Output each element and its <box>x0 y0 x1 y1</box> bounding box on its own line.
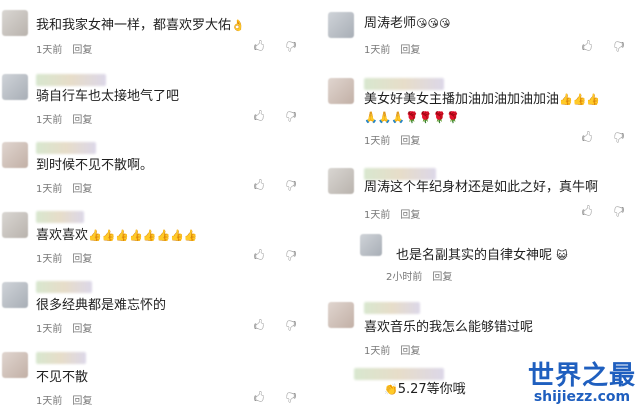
timestamp: 1天前 <box>36 45 63 56</box>
avatar[interactable] <box>2 352 28 378</box>
reply-button[interactable]: 回复 <box>72 254 92 265</box>
avatar[interactable] <box>328 78 354 104</box>
thumb-up-icon[interactable]: 🖒 <box>252 40 266 54</box>
watermark-url: shijiezz.com <box>533 389 631 405</box>
comment-body: 骑自行车也太接地气了吧 <box>36 89 180 104</box>
timestamp: 1天前 <box>36 324 63 335</box>
username-blurred <box>364 302 420 314</box>
watermark-title: 世界之最 <box>527 361 636 391</box>
comment-meta: 1天前 回复 <box>364 41 420 56</box>
thumb-up-icon[interactable]: 🖒 <box>252 319 266 333</box>
avatar[interactable] <box>328 12 354 38</box>
thumb-up-icon[interactable]: 🖒 <box>252 179 266 193</box>
emoji: 👌 <box>231 19 245 32</box>
comment-meta: 2小时前 回复 <box>386 268 452 283</box>
username-blurred <box>36 74 106 86</box>
thumb-up-icon[interactable]: 🖒 <box>580 131 594 145</box>
emoji: 👍👍👍👍👍👍👍👍 <box>88 229 198 242</box>
comment-text: 喜欢喜欢👍👍👍👍👍👍👍👍 <box>36 228 198 244</box>
comment-body: 很多经典都是难忘怀的 <box>36 298 167 313</box>
timestamp: 1天前 <box>364 45 391 56</box>
comment-body: 周涛这个年纪身材还是如此之好，真牛啊 <box>364 180 599 195</box>
thumb-up-icon[interactable]: 🖒 <box>252 249 266 263</box>
thumb-down-icon[interactable]: 🖓 <box>284 110 298 124</box>
comment-body: 我和我家女神一样，都喜欢罗大佑 <box>36 18 232 33</box>
thumb-down-icon[interactable]: 🖓 <box>612 205 626 219</box>
reply-button[interactable]: 回复 <box>400 346 420 357</box>
reply-button[interactable]: 回复 <box>400 45 420 56</box>
timestamp: 1天前 <box>364 136 391 147</box>
comment-body: 喜欢音乐的我怎么能够错过呢 <box>364 320 534 335</box>
comment-text: 我和我家女神一样，都喜欢罗大佑👌 <box>36 18 245 34</box>
comment-body: 周涛老师 <box>364 16 417 31</box>
reply-button[interactable]: 回复 <box>432 272 452 283</box>
thumb-up-icon[interactable]: 🖒 <box>580 205 594 219</box>
comment-body: 5.27等你哦 <box>397 382 466 397</box>
username-blurred <box>36 211 84 223</box>
username-blurred <box>36 352 86 364</box>
username-blurred <box>364 78 444 90</box>
avatar[interactable] <box>2 142 28 168</box>
comment-meta: 1天前 回复 <box>36 320 92 335</box>
timestamp: 1天前 <box>364 346 391 357</box>
comment-meta: 1天前 回复 <box>364 132 420 147</box>
reply-button[interactable]: 回复 <box>72 45 92 56</box>
thumb-up-icon[interactable]: 🖒 <box>252 391 266 405</box>
comment-meta: 1天前 回复 <box>364 206 420 221</box>
avatar[interactable] <box>2 10 28 36</box>
timestamp: 1天前 <box>36 396 63 407</box>
comment-meta: 1天前 回复 <box>364 342 420 357</box>
avatar[interactable] <box>2 74 28 100</box>
emoji: 😘😘😘 <box>416 17 451 30</box>
watermark-logo: 世界之最 shijiezz.com <box>528 362 636 404</box>
timestamp: 2小时前 <box>386 272 423 283</box>
comment-text: 也是名副其实的自律女神呢 😺 <box>396 248 568 264</box>
thumb-down-icon[interactable]: 🖓 <box>284 40 298 54</box>
username-blurred <box>36 142 96 154</box>
emoji-line: 🙏🙏🙏🌹🌹🌹🌹 <box>364 111 460 124</box>
reply-button[interactable]: 回复 <box>72 324 92 335</box>
reply-button[interactable]: 回复 <box>72 396 92 407</box>
comment-meta: 1天前 回复 <box>36 180 92 195</box>
emoji: 👏 <box>384 383 398 396</box>
thumb-up-icon[interactable]: 🖒 <box>580 40 594 54</box>
username-blurred <box>354 368 444 380</box>
reply-button[interactable]: 回复 <box>72 184 92 195</box>
reply-button[interactable]: 回复 <box>400 210 420 221</box>
thumb-down-icon[interactable]: 🖓 <box>284 319 298 333</box>
timestamp: 1天前 <box>364 210 391 221</box>
avatar[interactable] <box>328 302 354 328</box>
reply-button[interactable]: 回复 <box>400 136 420 147</box>
thumb-up-icon[interactable]: 🖒 <box>252 110 266 124</box>
emoji: 👍👍👍 <box>559 93 601 106</box>
avatar[interactable] <box>2 282 28 308</box>
comment-text: 美女好美女主播加油加油加油加油👍👍👍 <box>364 92 600 108</box>
timestamp: 1天前 <box>36 115 63 126</box>
comment-text: 👏5.27等你哦 <box>384 382 466 398</box>
timestamp: 1天前 <box>36 254 63 265</box>
comment-body: 美女好美女主播加油加油加油加油 <box>364 92 560 107</box>
username-blurred <box>36 281 92 293</box>
thumb-down-icon[interactable]: 🖓 <box>284 249 298 263</box>
comment-text: 周涛老师😘😘😘 <box>364 16 450 32</box>
avatar[interactable] <box>2 212 28 238</box>
thumb-down-icon[interactable]: 🖓 <box>284 179 298 193</box>
thumb-down-icon[interactable]: 🖓 <box>612 40 626 54</box>
thumb-down-icon[interactable]: 🖓 <box>284 391 298 405</box>
comment-body: 喜欢喜欢 <box>36 228 89 243</box>
thumb-down-icon[interactable]: 🖓 <box>612 131 626 145</box>
comment-body: 不见不散 <box>36 370 89 385</box>
comment-body: 也是名副其实的自律女神呢 <box>396 248 553 263</box>
comment-meta: 1天前 回复 <box>36 392 92 407</box>
comment-meta: 1天前 回复 <box>36 41 92 56</box>
avatar[interactable] <box>360 234 382 256</box>
emoji: 😺 <box>556 249 568 262</box>
comment-meta: 1天前 回复 <box>36 250 92 265</box>
comment-meta: 1天前 回复 <box>36 111 92 126</box>
username-blurred <box>364 168 436 180</box>
reply-button[interactable]: 回复 <box>72 115 92 126</box>
comment-body: 到时候不见不散啊。 <box>36 158 154 173</box>
timestamp: 1天前 <box>36 184 63 195</box>
avatar[interactable] <box>328 168 354 194</box>
